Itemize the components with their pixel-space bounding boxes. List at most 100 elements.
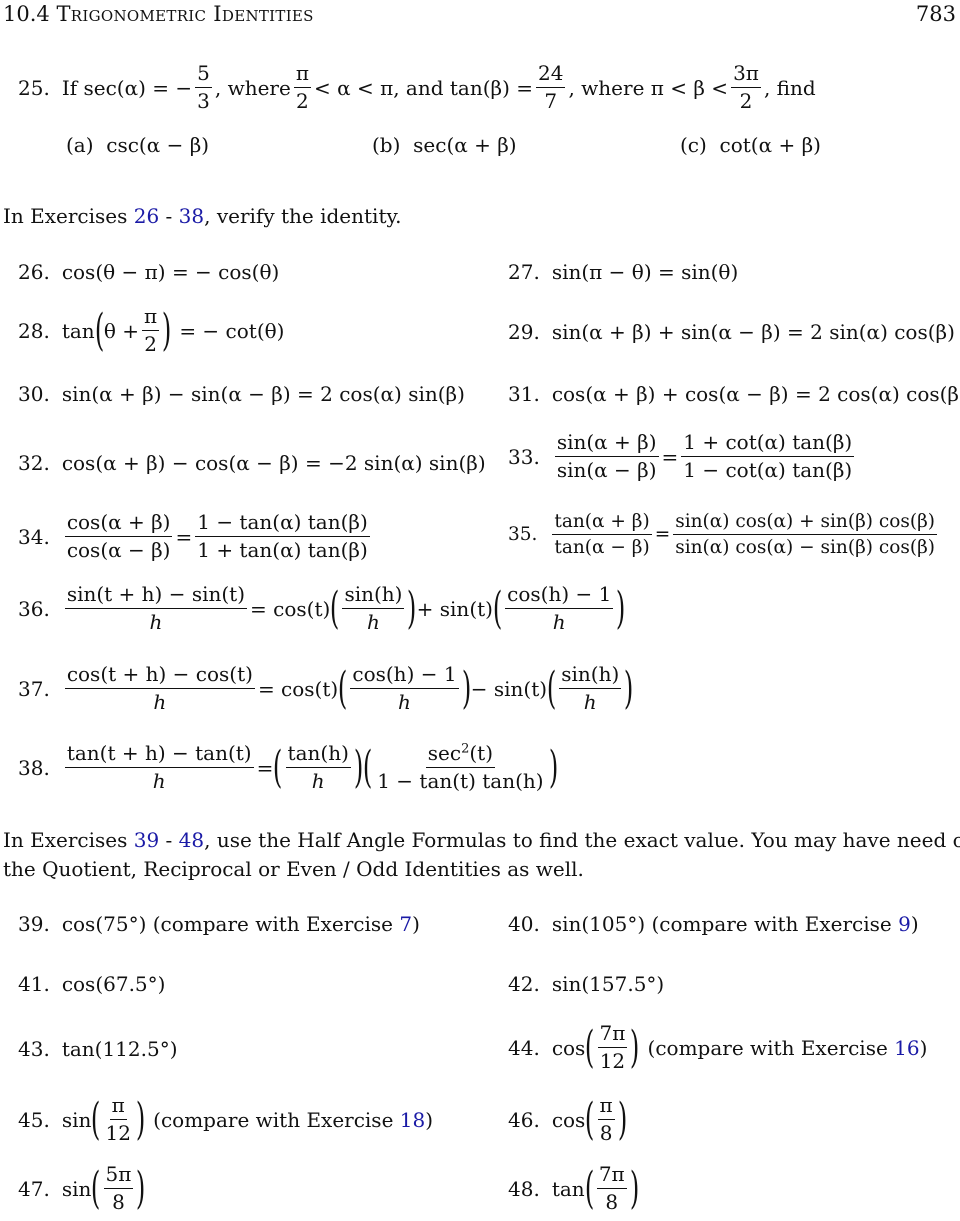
identity-expr: cos(α + β) + cos(α − β) = 2 cos(α) cos(β… — [551, 382, 960, 406]
fraction: 1 − tan(α) tan(β) 1 + tan(α) tan(β) — [195, 511, 370, 562]
text: sec — [427, 741, 462, 765]
exercise-number: 40. — [508, 912, 540, 936]
part-label: (c) — [680, 133, 707, 157]
exercise-31: 31. cos(α + β) + cos(α − β) = 2 cos(α) co… — [508, 382, 960, 406]
denominator: h — [149, 610, 163, 634]
numerator: 5 — [195, 62, 212, 88]
expr: cos(67.5°) — [61, 972, 166, 996]
text: , where — [214, 75, 291, 100]
numerator: 1 − tan(α) tan(β) — [195, 511, 370, 537]
exercise-47: 47. sin ( 5π 8 ) — [18, 1163, 146, 1214]
denominator: h — [583, 690, 597, 714]
fraction: 1 + cot(α) tan(β) 1 − cot(α) tan(β) — [681, 431, 855, 482]
numerator: sin(h) — [559, 663, 622, 689]
denominator: sin(α) cos(α) − sin(β) cos(β) — [675, 537, 935, 559]
right-paren: ) — [136, 1162, 146, 1214]
exercise-link-48[interactable]: 48 — [179, 828, 204, 852]
denominator: cos(α − β) — [66, 538, 171, 562]
denominator: 12 — [105, 1121, 131, 1145]
exercise-number: 41. — [18, 972, 50, 996]
part-c: (c) cot(α + β) — [680, 133, 821, 157]
left-paren: ( — [91, 1162, 101, 1214]
denominator: h — [153, 690, 167, 714]
exercise-number: 45. — [18, 1107, 50, 1132]
fraction: sec2(t) 1 − tan(t) tan(h) — [375, 741, 545, 793]
exercise-number: 31. — [508, 382, 540, 406]
denominator: 2 — [144, 332, 157, 356]
fraction: sin(t + h) − sin(t) h — [64, 583, 248, 634]
numerator: cos(h) − 1 — [350, 663, 459, 689]
exercise-39: 39. cos(75°) (compare with Exercise 7) — [18, 912, 420, 936]
function-name: cos — [551, 1107, 586, 1132]
exercise-number: 29. — [508, 320, 540, 344]
fraction: tan(α + β) tan(α − β) — [552, 511, 652, 559]
fraction: 7π 8 — [596, 1163, 627, 1214]
exercise-link-9[interactable]: 9 — [898, 912, 911, 936]
exercise-number: 25. — [18, 75, 50, 100]
left-paren: ( — [330, 582, 340, 634]
text: ) — [910, 912, 919, 936]
numerator: tan(h) — [285, 742, 351, 768]
exercise-46: 46. cos ( π8 ) — [508, 1094, 627, 1145]
left-paren: ( — [585, 1021, 595, 1073]
exercise-number: 47. — [18, 1176, 50, 1201]
instructions-line-2: the Quotient, Reciprocal or Even / Odd I… — [3, 857, 584, 881]
numerator: π — [141, 305, 160, 331]
expr: cos(75°) — [61, 912, 147, 936]
fraction: 53 — [195, 62, 212, 113]
numerator: π — [597, 1094, 615, 1120]
text: ) — [412, 912, 420, 936]
denominator: h — [367, 610, 380, 634]
function-name: tan — [61, 318, 95, 343]
exercise-link-38[interactable]: 38 — [179, 204, 204, 228]
left-paren: ( — [492, 582, 503, 634]
exercise-link-7[interactable]: 7 — [399, 912, 412, 936]
identity-expr: cos(α + β) − cos(α − β) = −2 sin(α) sin(… — [61, 451, 486, 475]
fraction: sin(α + β) sin(α − β) — [554, 431, 659, 482]
numerator: sec2(t) — [425, 741, 496, 768]
note: (compare with Exercise — [647, 1035, 888, 1060]
numerator: cos(α + β) — [64, 511, 173, 537]
exercise-number: 36. — [18, 596, 50, 621]
right-paren: ) — [629, 1162, 640, 1214]
denominator: 7 — [544, 89, 558, 113]
page-number: 783 — [915, 2, 956, 26]
exercise-number: 28. — [18, 318, 50, 343]
text: In Exercises — [3, 828, 128, 852]
exercise-34: 34. cos(α + β) cos(α − β) = 1 − tan(α) ta… — [18, 511, 373, 562]
denominator: 1 − tan(t) tan(h) — [377, 769, 544, 793]
denominator: 8 — [599, 1121, 613, 1145]
part-expr: sec(α + β) — [413, 133, 517, 157]
exercise-link-26[interactable]: 26 — [134, 204, 159, 228]
text: = — [256, 755, 274, 780]
exercise-number: 48. — [508, 1176, 540, 1201]
function-name: sin — [61, 1107, 92, 1132]
function-name: cos — [551, 1035, 586, 1060]
right-paren: ) — [162, 304, 172, 356]
denominator: 1 + tan(α) tan(β) — [197, 538, 368, 562]
numerator: tan(t + h) − tan(t) — [64, 742, 254, 768]
exercise-40: 40. sin(105°) (compare with Exercise 9) — [508, 912, 919, 936]
exercise-link-18[interactable]: 18 — [400, 1108, 425, 1132]
fraction: 5π 8 — [103, 1163, 134, 1214]
denominator: 1 − cot(α) tan(β) — [683, 458, 853, 482]
fraction: tan(h) h — [285, 742, 351, 793]
expr: sin(157.5°) — [551, 972, 665, 996]
exercise-number: 34. — [18, 524, 50, 549]
exercise-25: 25. If sec(α) = − 53 , where π2 < α < π,… — [18, 62, 816, 113]
fraction: π8 — [597, 1094, 615, 1145]
denominator: 2 — [296, 89, 309, 113]
denominator: h — [552, 610, 566, 634]
exercise-number: 32. — [18, 451, 50, 475]
text: (t) — [469, 741, 494, 765]
text: In Exercises — [3, 204, 128, 228]
exercise-number: 37. — [18, 676, 50, 701]
exercise-link-16[interactable]: 16 — [894, 1036, 919, 1060]
exercise-link-39[interactable]: 39 — [134, 828, 159, 852]
part-label: (b) — [372, 133, 401, 157]
numerator: sin(α + β) — [554, 431, 659, 457]
identity-expr: sin(α + β) − sin(α − β) = 2 cos(α) sin(β… — [61, 382, 465, 406]
denominator: 3 — [197, 89, 210, 113]
instructions-half-angle: In Exercises 39 - 48, use the Half Angle… — [3, 826, 960, 884]
fraction: π2 — [141, 305, 160, 356]
